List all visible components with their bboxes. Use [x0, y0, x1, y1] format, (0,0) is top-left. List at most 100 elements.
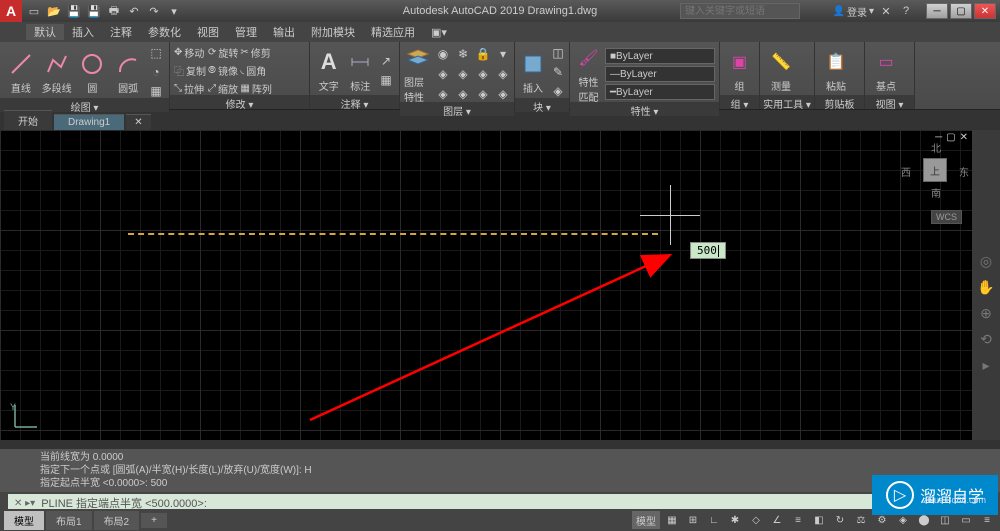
cmd-handle-icon[interactable]: ✕ ▸▾ — [8, 498, 41, 509]
showmotion-icon[interactable]: ▸ — [975, 354, 997, 376]
qat-dropdown-icon[interactable]: ▾ — [166, 3, 182, 19]
lay-i8[interactable]: ◈ — [494, 65, 512, 83]
otrack-toggle-icon[interactable]: ∠ — [768, 511, 786, 529]
group-button[interactable]: ▣ 组 — [724, 48, 755, 93]
help-icon[interactable]: ? — [898, 3, 914, 19]
tab-parametric[interactable]: 参数化 — [140, 24, 189, 40]
polyline-button[interactable]: 多段线 — [40, 50, 74, 95]
pan-icon[interactable]: ✋ — [975, 276, 997, 298]
lay-i6[interactable]: ◈ — [454, 65, 472, 83]
tab-manage[interactable]: 管理 — [227, 24, 265, 40]
stretch-button[interactable]: ⤡ 拉伸 — [174, 81, 206, 96]
lay-i10[interactable]: ◈ — [454, 85, 472, 103]
line-button[interactable]: 直线 — [4, 50, 38, 95]
lay-i12[interactable]: ◈ — [494, 85, 512, 103]
polar-toggle-icon[interactable]: ✱ — [726, 511, 744, 529]
status-model-button[interactable]: 模型 — [632, 511, 660, 529]
undo-icon[interactable]: ↶ — [126, 3, 142, 19]
lineweight-combo[interactable]: ━ ByLayer — [605, 84, 715, 100]
panel-modify-label[interactable]: 修改 ▾ — [170, 95, 309, 109]
osnap-toggle-icon[interactable]: ◇ — [747, 511, 765, 529]
linetype-combo[interactable]: — ByLayer — [605, 66, 715, 82]
snap-toggle-icon[interactable]: ⊞ — [684, 511, 702, 529]
lay-i2[interactable]: ❄ — [454, 45, 472, 63]
ortho-toggle-icon[interactable]: ∟ — [705, 511, 723, 529]
open-icon[interactable]: 📂 — [46, 3, 62, 19]
tab-addons[interactable]: 附加模块 — [303, 24, 363, 40]
tab-insert[interactable]: 插入 — [64, 24, 102, 40]
ucs-icon[interactable]: Y — [10, 402, 40, 432]
tab-start[interactable]: 开始 — [4, 110, 52, 130]
panel-layers-label[interactable]: 图层 ▾ — [400, 102, 514, 116]
lay-i7[interactable]: ◈ — [474, 65, 492, 83]
panel-utilities-label[interactable]: 实用工具 ▾ — [760, 95, 814, 109]
new-icon[interactable]: ▭ — [26, 3, 42, 19]
exchange-icon[interactable]: ✕ — [878, 3, 894, 19]
login-button[interactable]: 👤 登录 ▾ — [833, 4, 874, 19]
lay-i11[interactable]: ◈ — [474, 85, 492, 103]
panel-block-label[interactable]: 块 ▾ — [515, 98, 569, 112]
lay-i3[interactable]: 🔒 — [474, 45, 492, 63]
dimension-button[interactable]: 标注 — [346, 48, 376, 93]
lay-i5[interactable]: ◈ — [434, 65, 452, 83]
tab-default[interactable]: 默认 — [26, 24, 64, 40]
tab-expand-button[interactable]: ▣▾ — [423, 26, 455, 39]
move-button[interactable]: ✥ 移动 — [174, 45, 206, 60]
copy-button[interactable]: ⿻ 复制 — [174, 63, 206, 78]
grid-toggle-icon[interactable]: ▦ — [663, 511, 681, 529]
layout1-tab[interactable]: 布局1 — [46, 511, 92, 530]
tab-output[interactable]: 输出 — [265, 24, 303, 40]
save-icon[interactable]: 💾 — [66, 3, 82, 19]
viewcube-north[interactable]: 北 — [931, 140, 941, 155]
redo-icon[interactable]: ↷ — [146, 3, 162, 19]
viewcube[interactable]: 北 西 东 南 上 — [905, 140, 965, 200]
rotate-button[interactable]: ⟳ 旋转 — [208, 45, 238, 60]
panel-annotation-label[interactable]: 注释 ▾ — [310, 95, 399, 109]
viewcube-west[interactable]: 西 — [901, 164, 911, 179]
plot-icon[interactable]: 🖶 — [106, 3, 122, 19]
tab-annotate[interactable]: 注释 — [102, 24, 140, 40]
tab-view[interactable]: 视图 — [189, 24, 227, 40]
trim-button[interactable]: ✂ 修剪 — [240, 45, 271, 60]
maximize-button[interactable]: ▢ — [950, 3, 972, 19]
color-combo[interactable]: ■ ByLayer — [605, 48, 715, 64]
panel-group-label[interactable]: 组 ▾ — [720, 95, 759, 109]
draw-misc-2[interactable]: ◔ — [147, 63, 165, 81]
paste-button[interactable]: 📋 粘贴 — [819, 48, 853, 93]
minimize-button[interactable]: ─ — [926, 3, 948, 19]
steering-wheel-icon[interactable]: ◎ — [975, 250, 997, 272]
arc-button[interactable]: 圆弧 — [111, 50, 145, 95]
model-tab[interactable]: 模型 — [4, 511, 44, 530]
measure-button[interactable]: 📏 测量 — [764, 48, 798, 93]
match-props-button[interactable]: 🖌 特性 匹配 — [574, 44, 603, 104]
annoscale-icon[interactable]: ⚖ — [852, 511, 870, 529]
new-tab-button[interactable]: ✕ — [126, 114, 150, 130]
insert-button[interactable]: 插入 — [519, 50, 547, 95]
scale-button[interactable]: ⤢ 缩放 — [208, 81, 238, 96]
text-button[interactable]: A 文字 — [314, 48, 344, 93]
lineweight-toggle-icon[interactable]: ≡ — [789, 511, 807, 529]
zoom-extents-icon[interactable]: ⊕ — [975, 302, 997, 324]
leader-button[interactable]: ↗ — [377, 52, 395, 70]
tab-drawing1[interactable]: Drawing1 — [54, 114, 124, 130]
dynamic-input-tooltip[interactable]: 500 — [690, 242, 726, 259]
layer-props-button[interactable]: 图层特性 — [404, 44, 432, 104]
saveas-icon[interactable]: 💾 — [86, 3, 102, 19]
draw-misc-1[interactable]: ⬚ — [147, 44, 165, 62]
block-edit[interactable]: ✎ — [549, 63, 567, 81]
wcs-badge[interactable]: WCS — [931, 210, 962, 224]
table-button[interactable]: ▦ — [377, 71, 395, 89]
circle-button[interactable]: 圆 — [76, 50, 110, 95]
add-layout-button[interactable]: + — [141, 513, 167, 528]
panel-properties-label[interactable]: 特性 ▾ — [570, 102, 719, 116]
viewcube-south[interactable]: 南 — [931, 185, 941, 200]
lay-i9[interactable]: ◈ — [434, 85, 452, 103]
close-button[interactable]: ✕ — [974, 3, 996, 19]
lay-i4[interactable]: ▾ — [494, 45, 512, 63]
orbit-icon[interactable]: ⟲ — [975, 328, 997, 350]
panel-clipboard-label[interactable]: 剪贴板 — [815, 95, 864, 109]
drawing-canvas[interactable]: ─ ▢ ✕ 500 Y — [0, 130, 972, 440]
viewcube-east[interactable]: 东 — [959, 164, 969, 179]
layout2-tab[interactable]: 布局2 — [94, 511, 140, 530]
mirror-button[interactable]: ⦾ 镜像 — [208, 63, 238, 78]
